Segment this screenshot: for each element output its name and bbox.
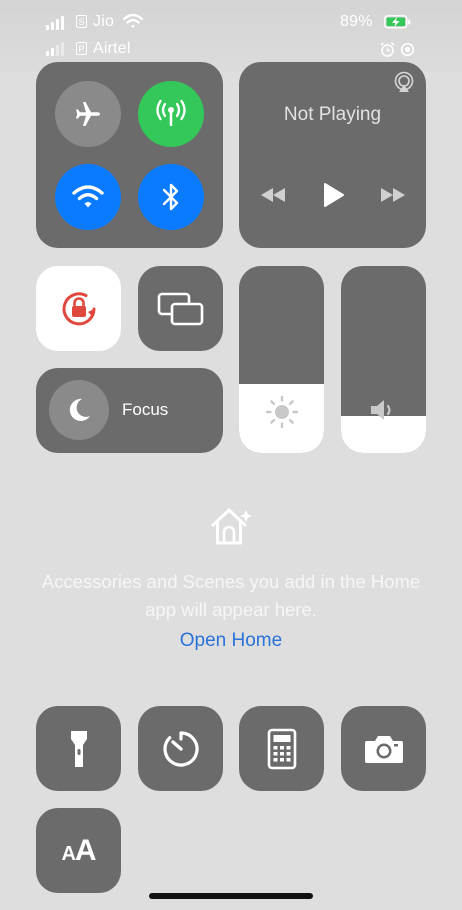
play-icon[interactable] <box>323 182 345 213</box>
focus-moon-circle <box>49 380 109 440</box>
timer-button[interactable] <box>138 706 223 791</box>
cellular-data-toggle[interactable] <box>138 81 204 147</box>
screen-mirroring-icon <box>157 292 203 325</box>
carrier-2-name: Airtel <box>93 40 131 57</box>
rotation-lock-icon <box>62 291 95 325</box>
airplay-icon[interactable] <box>393 71 415 98</box>
text-size-icon: AA <box>61 833 96 867</box>
airplane-mode-toggle[interactable] <box>55 81 121 147</box>
flashlight-icon <box>70 730 87 767</box>
home-indicator[interactable] <box>149 893 313 899</box>
sim-badge-2: P <box>76 42 87 55</box>
wifi-icon <box>72 185 104 208</box>
calculator-icon <box>267 728 296 769</box>
screen-mirroring-button[interactable] <box>138 266 223 351</box>
moon-icon <box>69 398 90 421</box>
fast-forward-icon[interactable] <box>379 186 407 209</box>
battery-percent: 89% <box>340 13 373 30</box>
focus-button[interactable]: Focus <box>36 368 223 453</box>
airplane-icon <box>76 102 100 126</box>
calculator-button[interactable] <box>239 706 324 791</box>
timer-icon <box>162 730 199 767</box>
volume-slider[interactable] <box>341 266 426 453</box>
bluetooth-toggle[interactable] <box>138 164 204 230</box>
sim-badge-1: S <box>76 15 87 28</box>
connectivity-module <box>36 62 223 248</box>
wifi-icon <box>122 13 144 34</box>
rewind-icon[interactable] <box>259 186 287 209</box>
camera-icon <box>364 735 403 763</box>
sun-icon <box>264 394 300 435</box>
home-icon <box>208 505 254 554</box>
text-size-button[interactable]: AA <box>36 808 121 893</box>
battery-charging-icon <box>384 15 412 34</box>
wifi-toggle[interactable] <box>55 164 121 230</box>
open-home-link[interactable]: Open Home <box>0 630 462 652</box>
signal-icon <box>46 16 64 30</box>
camera-button[interactable] <box>341 706 426 791</box>
focus-label: Focus <box>122 400 169 419</box>
alarm-icon <box>380 42 395 62</box>
flashlight-button[interactable] <box>36 706 121 791</box>
signal-icon-2 <box>46 42 64 56</box>
cellular-data-icon <box>156 99 186 126</box>
carrier-1-name: Jio <box>93 13 115 30</box>
orientation-lock-icon <box>400 42 415 62</box>
speaker-icon <box>369 397 399 428</box>
now-playing-module[interactable]: Not Playing <box>239 62 426 248</box>
orientation-lock-toggle[interactable] <box>36 266 121 351</box>
bluetooth-icon <box>162 183 179 211</box>
home-empty-message: Accessories and Scenes you add in the Ho… <box>41 571 421 620</box>
brightness-slider[interactable] <box>239 266 324 453</box>
now-playing-status: Not Playing <box>283 104 382 125</box>
